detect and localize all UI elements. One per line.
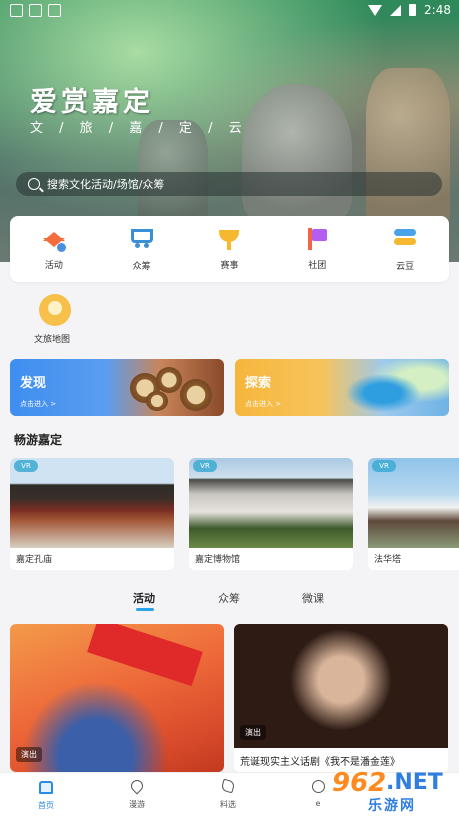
vr-carousel: VR 嘉定孔庙 VR 嘉定博物馆 VR 法华塔 [10,458,459,570]
quick-nav-crowdfund[interactable]: 众筹 [107,226,177,272]
signal-icon [390,4,402,16]
category-tag: 演出 [16,747,42,762]
stone-pillar-image [366,68,450,228]
nav-label: 漫游 [129,800,145,809]
drama-poster-image: 演出 [234,624,448,748]
quick-nav-label: 活动 [44,260,63,271]
notification-icon [29,4,42,17]
cart-icon [130,229,154,253]
search-icon [28,178,40,190]
quick-nav-cloud-beans[interactable]: 云豆 [370,227,440,272]
red-flag-image [87,624,203,687]
hero-subtitle: 文 / 旅 / 嘉 / 定 / 云 [30,121,248,136]
status-time: 2:48 [424,3,451,17]
nav-roam[interactable]: 漫游 [117,777,157,810]
wifi-icon [368,4,383,16]
nav-home[interactable]: 首页 [26,779,66,811]
category-tag: 演出 [240,725,266,740]
quick-nav-label: 云豆 [396,261,415,272]
activity-card[interactable]: 演出 荒诞现实主义话剧《我不是潘金莲》 [234,624,448,772]
activity-card[interactable]: 演出 [10,624,224,772]
temple-image: VR [10,458,174,548]
vr-badge: VR [372,460,396,472]
vr-card-name: 嘉定孔庙 [16,555,53,565]
vr-card[interactable]: VR 法华塔 [368,458,459,570]
map-image [339,359,449,416]
coin-stack-icon [393,228,417,253]
vr-badge: VR [193,460,217,472]
star-icon [42,228,66,252]
hero-title: 爱赏嘉定 [30,87,154,118]
drums-image [122,367,218,411]
user-icon [310,780,326,796]
vr-card[interactable]: VR 嘉定博物馆 [189,458,353,570]
discover-title: 发现 [20,376,47,391]
vr-card[interactable]: VR 嘉定孔庙 [10,458,174,570]
quick-nav-label: 社团 [308,260,327,271]
watermark-net: .NET [386,770,443,795]
map-icon [39,294,71,326]
vr-badge: VR [14,460,38,472]
notification-icon [48,4,61,17]
tag-icon [220,778,236,796]
vr-card-name: 嘉定博物馆 [195,555,241,565]
trophy-icon [217,228,241,252]
active-tab-indicator [136,608,154,611]
search-placeholder: 搜索文化活动/场馆/众筹 [47,178,165,191]
content-tabs: 活动 众筹 微课 [0,590,459,611]
home-icon [38,781,54,797]
status-bar: 2:48 [0,0,459,22]
quick-nav-label: 赛事 [220,260,239,271]
discover-subtitle: 点击进入 > [20,400,57,408]
tab-microcourse[interactable]: 微课 [302,590,324,606]
explore-title: 探索 [245,376,272,391]
site-watermark: 962 .NET 乐游网 [328,768,456,814]
culture-map-label: 文旅地图 [33,335,70,345]
location-pin-icon [128,777,146,796]
quick-nav-activity[interactable]: 活动 [19,228,89,271]
quick-nav-card: 活动 众筹 赛事 社团 云豆 [10,216,449,282]
vr-card-name: 法华塔 [374,555,402,565]
museum-image: VR [189,458,353,548]
discover-banner[interactable]: 发现 点击进入 > [10,359,224,416]
explore-subtitle: 点击进入 > [245,400,282,408]
watermark-number: 962 [332,768,387,798]
pagoda-image: VR [368,458,459,548]
quick-nav-label: 众筹 [132,262,151,272]
battery-icon [409,4,417,16]
watermark-site-name: 乐游网 [368,798,416,814]
flag-icon [305,227,329,252]
quick-nav-competition[interactable]: 赛事 [194,228,264,271]
search-bar[interactable]: 搜索文化活动/场馆/众筹 [16,172,442,196]
tab-crowdfund[interactable]: 众筹 [218,590,240,606]
nav-label: 料选 [220,800,236,809]
dance-performance-image: 演出 [10,624,224,772]
tab-activity[interactable]: 活动 [133,590,155,606]
nav-label: 首页 [38,801,54,810]
explore-banner[interactable]: 探索 点击进入 > [235,359,449,416]
nav-selection[interactable]: 料选 [208,778,248,810]
section-title: 畅游嘉定 [14,433,63,447]
culture-map-entry[interactable]: 文旅地图 [30,294,80,345]
notification-icon [10,4,23,17]
quick-nav-club[interactable]: 社团 [282,227,352,271]
stone-lion-statue-image [242,84,352,224]
